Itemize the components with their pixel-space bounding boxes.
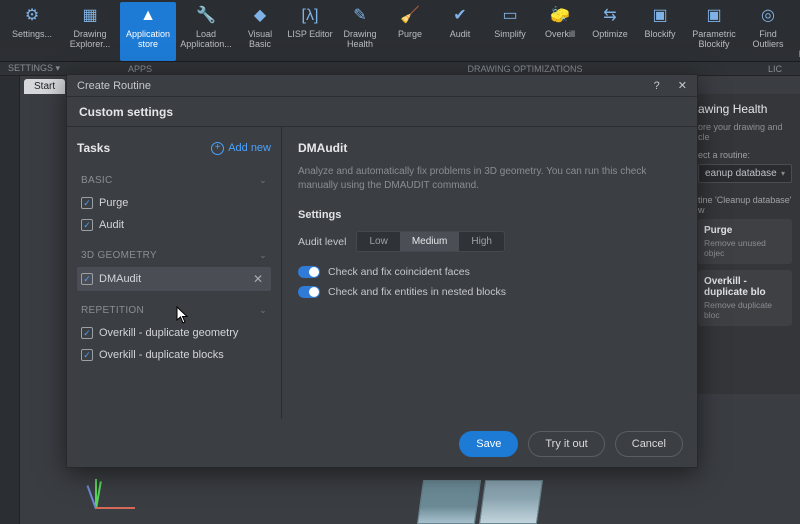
task-item-audit[interactable]: ✓Audit (77, 214, 271, 236)
toggle-coincident-faces-row: Check and fix coincident faces (298, 266, 681, 278)
task-item-overkill-geometry[interactable]: ✓Overkill - duplicate geometry (77, 322, 271, 344)
param-blockify-icon: ▣ (703, 5, 725, 27)
health-icon: ✎ (349, 5, 371, 27)
ribbon-app-store[interactable]: ▲Application store (120, 2, 176, 61)
tab-start[interactable]: Start (24, 79, 65, 94)
ribbon-purge[interactable]: 🧹Purge (386, 2, 434, 61)
routine-card-overkill[interactable]: Overkill - duplicate bloRemove duplicate… (698, 270, 792, 326)
audit-level-low[interactable]: Low (357, 232, 399, 251)
model-preview (420, 480, 540, 524)
audit-level-high[interactable]: High (459, 232, 504, 251)
broom-icon: 🧹 (399, 5, 421, 27)
add-new-task-button[interactable]: + Add new (211, 142, 271, 155)
ribbon-optimize[interactable]: ⇆Optimize (586, 2, 634, 61)
ribbon-drawing-explorer[interactable]: ▦Drawing Explorer... (62, 2, 118, 61)
toggle-nested-blocks-label: Check and fix entities in nested blocks (328, 286, 506, 298)
close-button[interactable]: ✕ (678, 79, 687, 92)
dialog-titlebar: Create Routine ? ✕ (67, 75, 697, 97)
panel-subtitle: ore your drawing and cle (698, 122, 792, 142)
section-basic[interactable]: BASIC⌄ (77, 169, 271, 192)
ribbon-delete-unused-params[interactable]: ✖Delete Unused Parameters (794, 2, 800, 61)
audit-level-segmented: Low Medium High (356, 231, 505, 252)
audit-level-medium[interactable]: Medium (400, 232, 460, 251)
ribbon-group-licensing: LIC (760, 62, 800, 75)
chevron-down-icon: ⌄ (259, 305, 267, 316)
ribbon-toolbar: ⚙Settings... ▦Drawing Explorer... ▲Appli… (0, 0, 800, 62)
remove-task-button[interactable]: ✕ (249, 272, 267, 286)
overkill-icon: 🧽 (549, 5, 571, 27)
routine-dropdown[interactable]: eanup database (698, 164, 792, 183)
blockify-icon: ▣ (649, 5, 671, 27)
outliers-icon: ◎ (757, 5, 779, 27)
wrench-icon: 🔧 (195, 5, 217, 27)
task-item-overkill-blocks[interactable]: ✓Overkill - duplicate blocks (77, 344, 271, 366)
cancel-button[interactable]: Cancel (615, 431, 683, 457)
ribbon-load-app[interactable]: 🔧Load Application... (178, 2, 234, 61)
checkbox-icon[interactable]: ✓ (81, 197, 93, 209)
tasks-heading: Tasks (77, 141, 110, 155)
task-detail-panel: DMAudit Analyze and automatically fix pr… (282, 127, 697, 419)
checkbox-icon[interactable]: ✓ (81, 273, 93, 285)
routine-card-purge[interactable]: PurgeRemove unused objec (698, 219, 792, 264)
simplify-icon: ▭ (499, 5, 521, 27)
dialog-subtitle: Custom settings (67, 97, 697, 127)
chevron-down-icon: ⌄ (259, 175, 267, 186)
panel-select-label: ect a routine: (698, 150, 792, 160)
ribbon-parametric-blockify[interactable]: ▣Parametric Blockify (686, 2, 742, 61)
grid-icon: ▦ (79, 5, 101, 27)
dialog-title: Create Routine (77, 80, 151, 92)
section-repetition[interactable]: REPETITION⌄ (77, 299, 271, 322)
check-icon: ✔ (449, 5, 471, 27)
lisp-icon: [λ] (299, 5, 321, 27)
checkbox-icon[interactable]: ✓ (81, 219, 93, 231)
ribbon-overkill[interactable]: 🧽Overkill (536, 2, 584, 61)
task-item-dmaudit[interactable]: ✓DMAudit ✕ (77, 267, 271, 291)
optimize-icon: ⇆ (599, 5, 621, 27)
settings-heading: Settings (298, 209, 681, 221)
dialog-footer: Save Try it out Cancel (67, 419, 697, 467)
plus-icon: + (211, 142, 224, 155)
ribbon-blockify[interactable]: ▣Blockify (636, 2, 684, 61)
task-item-purge[interactable]: ✓Purge (77, 192, 271, 214)
audit-level-label: Audit level (298, 236, 346, 248)
drawing-health-panel: awing Health ore your drawing and cle ec… (690, 94, 800, 394)
store-icon: ▲ (137, 5, 159, 27)
detail-title: DMAudit (298, 141, 681, 155)
vb-icon: ◆ (249, 5, 271, 27)
checkbox-icon[interactable]: ✓ (81, 327, 93, 339)
ribbon-visual-basic[interactable]: ◆Visual Basic (236, 2, 284, 61)
toggle-nested-blocks[interactable] (298, 286, 320, 298)
ribbon-settings[interactable]: ⚙Settings... (4, 2, 60, 61)
tasks-panel: Tasks + Add new BASIC⌄ ✓Purge ✓Audit 3D … (67, 127, 282, 419)
panel-title: awing Health (698, 102, 792, 116)
try-it-out-button[interactable]: Try it out (528, 431, 604, 457)
save-button[interactable]: Save (459, 431, 518, 457)
toggle-nested-blocks-row: Check and fix entities in nested blocks (298, 286, 681, 298)
section-3d-geometry[interactable]: 3D GEOMETRY⌄ (77, 244, 271, 267)
help-button[interactable]: ? (654, 80, 660, 92)
gear-icon: ⚙ (21, 5, 43, 27)
create-routine-dialog: Create Routine ? ✕ Custom settings Tasks… (66, 74, 698, 468)
ribbon-simplify[interactable]: ▭Simplify (486, 2, 534, 61)
panel-run-label: tine 'Cleanup database' w (698, 195, 792, 215)
axis-gizmo[interactable] (90, 464, 150, 514)
detail-description: Analyze and automatically fix problems i… (298, 165, 681, 193)
checkbox-icon[interactable]: ✓ (81, 349, 93, 361)
ribbon-lisp-editor[interactable]: [λ]LISP Editor (286, 2, 334, 61)
ribbon-drawing-health[interactable]: ✎Drawing Health (336, 2, 384, 61)
left-strip-top (0, 76, 20, 94)
left-strip (0, 94, 20, 524)
ribbon-find-outliers[interactable]: ◎Find Outliers (744, 2, 792, 61)
toggle-coincident-faces-label: Check and fix coincident faces (328, 266, 470, 278)
toggle-coincident-faces[interactable] (298, 266, 320, 278)
ribbon-audit[interactable]: ✔Audit (436, 2, 484, 61)
chevron-down-icon: ⌄ (259, 250, 267, 261)
